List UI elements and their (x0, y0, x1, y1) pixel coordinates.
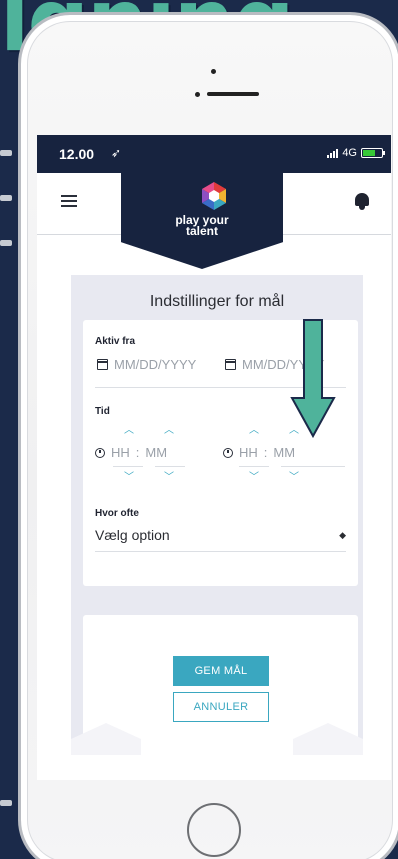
front-camera (211, 69, 216, 74)
sensor-dot (195, 92, 200, 97)
minute-underline (281, 466, 345, 467)
brand-line-2: talent (185, 224, 218, 238)
calendar-icon (97, 359, 108, 370)
active-from-label: Aktiv fra (95, 336, 136, 347)
menu-icon[interactable] (61, 195, 77, 207)
down-arrow-annotation-icon (290, 319, 336, 439)
start-time-input[interactable]: HH : MM (95, 445, 167, 460)
app-screen: 12.00 ➶ 4G play your talent Indstillinge… (37, 135, 391, 780)
hour-up-chevron-icon[interactable]: ︿ (124, 426, 134, 436)
hour-up-chevron-icon[interactable]: ︿ (249, 426, 259, 436)
hour-field[interactable]: HH (239, 445, 258, 460)
page-title: Indstillinger for mål (149, 293, 285, 310)
status-indicators: 4G (327, 147, 385, 159)
hour-underline (239, 466, 269, 467)
status-time: 12.00 (59, 146, 95, 162)
end-time-input[interactable]: HH : MM (223, 445, 295, 460)
start-date-placeholder: MM/DD/YYYY (114, 357, 197, 372)
background-stripe (0, 150, 12, 156)
frequency-selected-value: Vælg option (95, 527, 170, 543)
time-separator: : (135, 445, 140, 460)
time-label: Tid (95, 406, 110, 417)
minute-up-chevron-icon[interactable]: ︿ (164, 426, 174, 436)
save-goal-button[interactable]: GEM MÅL (173, 656, 269, 686)
brand-logo-icon (202, 182, 226, 210)
background-stripe (0, 240, 12, 246)
minute-down-chevron-icon[interactable]: ﹀ (164, 473, 174, 483)
battery-icon (361, 148, 385, 158)
earpiece-speaker (207, 92, 259, 96)
frequency-select[interactable]: Vælg option ◆ (95, 527, 346, 543)
brand-name: play your talent (121, 214, 283, 238)
frequency-underline (95, 551, 346, 552)
status-bar: 12.00 ➶ 4G (37, 135, 391, 173)
signal-icon (327, 148, 339, 158)
minute-down-chevron-icon[interactable]: ﹀ (289, 473, 299, 483)
minute-field[interactable]: MM (273, 445, 295, 460)
network-label: 4G (342, 147, 357, 159)
background-stripe (0, 800, 12, 806)
home-button[interactable] (187, 803, 241, 857)
start-date-input[interactable]: MM/DD/YYYY (97, 357, 196, 372)
frequency-label: Hvor ofte (95, 508, 139, 519)
select-arrows-icon: ◆ (339, 529, 346, 540)
calendar-icon (225, 359, 236, 370)
minute-field[interactable]: MM (145, 445, 167, 460)
cancel-button[interactable]: ANNULER (173, 692, 269, 722)
time-separator: : (263, 445, 268, 460)
hour-down-chevron-icon[interactable]: ﹀ (249, 473, 259, 483)
hour-down-chevron-icon[interactable]: ﹀ (124, 473, 134, 483)
location-arrow-icon: ➶ (111, 146, 122, 160)
hour-field[interactable]: HH (111, 445, 130, 460)
hour-underline (113, 466, 143, 467)
clock-icon (223, 447, 233, 458)
minute-underline (155, 466, 185, 467)
notification-bell-icon[interactable] (353, 191, 371, 211)
brand-banner[interactable]: play your talent (121, 173, 283, 269)
clock-icon (95, 447, 105, 458)
background-stripe (0, 195, 12, 201)
slide-background: { "background": { "title_fragment": "lgn… (0, 0, 398, 859)
